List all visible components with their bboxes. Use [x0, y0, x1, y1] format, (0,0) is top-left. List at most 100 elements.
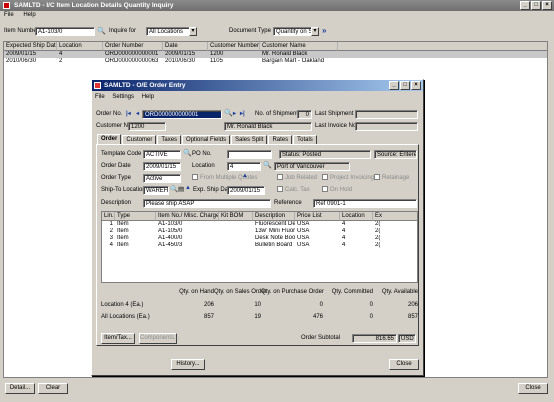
- description-input[interactable]: Please ship ASAP: [143, 199, 271, 208]
- on-hold-label: On Hold: [330, 187, 353, 193]
- order-no-label: Order No.: [96, 111, 123, 117]
- chevron-down-icon[interactable]: ▾: [189, 27, 197, 36]
- chevron-down-icon[interactable]: ▾: [311, 27, 319, 36]
- exp-ship-date-input[interactable]: 2009/01/15: [227, 186, 265, 195]
- clear-button[interactable]: Clear: [38, 383, 68, 394]
- table-row[interactable]: 4 Item A1-450/3 Bulletin Board USA 4 2(: [102, 242, 417, 249]
- address-icon[interactable]: ▤: [178, 185, 184, 193]
- order-type-select[interactable]: Active: [143, 174, 181, 183]
- po-no-input[interactable]: [227, 150, 272, 159]
- col-order-number[interactable]: Order Number: [103, 42, 163, 51]
- ship-to-label: Ship-To Location: [101, 187, 146, 193]
- tab-customer[interactable]: Customer: [122, 135, 157, 144]
- close-window-icon[interactable]: ×: [411, 81, 421, 90]
- last-invoice-value: [355, 122, 418, 131]
- table-row[interactable]: 3 Item A1-400/0 Desk Note Book USA 4 2(: [102, 235, 417, 242]
- job-related-checkbox[interactable]: Job Related: [277, 174, 317, 183]
- cell: 4: [342, 242, 346, 248]
- history-button[interactable]: History...: [171, 359, 205, 370]
- finder-icon[interactable]: 🔍: [224, 109, 233, 117]
- retainage-checkbox[interactable]: Retainage: [374, 174, 409, 183]
- first-record-icon[interactable]: |◂: [126, 110, 131, 117]
- reference-input[interactable]: Ref 0901-1: [313, 199, 417, 208]
- previous-record-icon[interactable]: ◂: [136, 110, 139, 117]
- cell: 3: [109, 235, 113, 241]
- col-date[interactable]: Date: [163, 42, 208, 51]
- cell: 2010/06/30: [165, 58, 196, 64]
- cell: USA: [297, 221, 310, 227]
- detail-button[interactable]: Detail...: [5, 383, 35, 394]
- zoom-icon[interactable]: ▲: [185, 185, 191, 191]
- dialog-close-button[interactable]: Close: [389, 359, 419, 370]
- col-location[interactable]: Location: [57, 42, 103, 51]
- order-entry-dialog: SAMLTD - O/E Order Entry _ □ × File Sett…: [91, 79, 424, 376]
- minimize-icon[interactable]: _: [389, 81, 399, 90]
- location-input[interactable]: 4: [227, 162, 261, 171]
- finder-icon[interactable]: 🔍: [183, 149, 192, 157]
- zoom-icon[interactable]: ▲: [242, 173, 248, 179]
- col-ex[interactable]: Ex: [373, 212, 417, 221]
- menu-help[interactable]: Help: [23, 12, 35, 18]
- col-description[interactable]: Description: [253, 212, 295, 221]
- location-name: Port of Vancouver: [274, 162, 350, 171]
- tab-order[interactable]: Order: [97, 134, 122, 144]
- finder-icon[interactable]: 🔍: [97, 27, 106, 35]
- table-row[interactable]: 2 Item A1-105/0 13w' Mini Fluore... USA …: [102, 228, 417, 235]
- main-close-button[interactable]: Close: [518, 383, 548, 394]
- order-date-input[interactable]: 2009/01/15: [143, 162, 181, 171]
- maximize-icon[interactable]: □: [531, 1, 541, 10]
- col-location[interactable]: Location: [340, 212, 373, 221]
- close-window-icon[interactable]: ×: [542, 1, 552, 10]
- tab-taxes[interactable]: Taxes: [157, 135, 182, 144]
- qty-header-on-purchase-order: Qty. on Purchase Order: [261, 289, 324, 295]
- col-customer-number[interactable]: Customer Number: [208, 42, 260, 51]
- order-no-input[interactable]: ORD000000000001: [142, 110, 222, 119]
- dialog-title-bar: SAMLTD - O/E Order Entry _ □ ×: [92, 80, 423, 91]
- col-kit-bom[interactable]: Kit BOM: [219, 212, 253, 221]
- table-row[interactable]: 1 Item A1-103/0 Fluorescent Des... USA 4…: [102, 221, 417, 228]
- components-button[interactable]: Components...: [139, 333, 179, 344]
- tab-totals[interactable]: Totals: [293, 135, 317, 144]
- tab-rates[interactable]: Rates: [268, 135, 293, 144]
- col-item-no[interactable]: Item No./ Misc. Charge: [156, 212, 219, 221]
- menu-file[interactable]: File: [95, 94, 105, 100]
- item-tax-button[interactable]: Item/Tax...: [101, 333, 135, 344]
- table-row[interactable]: 2009/01/15 4 ORD000000000001 2009/01/15 …: [4, 51, 547, 58]
- qty-value: 19: [254, 314, 261, 320]
- col-expected-ship-date[interactable]: Expected Ship Date: [4, 42, 57, 51]
- cell: 2(: [375, 242, 381, 248]
- project-invoicing-checkbox[interactable]: Project Invoicing: [322, 174, 374, 183]
- cell: 1105: [210, 58, 223, 64]
- minimize-icon[interactable]: _: [520, 1, 530, 10]
- template-code-input[interactable]: ACTIVE: [143, 150, 181, 159]
- col-line[interactable]: Lin...: [102, 212, 115, 221]
- qty-value: 0: [319, 302, 323, 308]
- calc-tax-checkbox[interactable]: Calc. Tax: [277, 186, 310, 195]
- cell: 2(: [375, 235, 381, 241]
- maximize-icon[interactable]: □: [400, 81, 410, 90]
- finder-icon[interactable]: 🔍: [263, 161, 272, 169]
- on-hold-checkbox[interactable]: On Hold: [322, 186, 352, 195]
- grid-header: Lin... Type Item No./ Misc. Charge Kit B…: [102, 212, 417, 221]
- menu-help[interactable]: Help: [142, 94, 154, 100]
- last-record-icon[interactable]: ▸|: [240, 110, 245, 117]
- col-type[interactable]: Type: [115, 212, 156, 221]
- cell: 4: [109, 242, 113, 248]
- finder-icon[interactable]: 🔍: [170, 185, 178, 193]
- tab-optional-fields[interactable]: Optional Fields: [182, 135, 231, 144]
- order-detail-grid[interactable]: Lin... Type Item No./ Misc. Charge Kit B…: [101, 211, 418, 283]
- currency-value: USD: [398, 334, 416, 343]
- item-number-input[interactable]: A1-103/0: [35, 27, 95, 36]
- cell: 4: [342, 228, 346, 234]
- ship-to-input[interactable]: WAREH: [143, 186, 169, 195]
- cell: USA: [297, 235, 310, 241]
- col-customer-name[interactable]: Customer Name: [260, 42, 338, 51]
- next-record-icon[interactable]: ▸: [233, 110, 236, 117]
- menu-settings[interactable]: Settings: [112, 94, 134, 100]
- table-row[interactable]: 2010/06/30 2 ORD000000000063 2010/06/30 …: [4, 58, 547, 65]
- tab-sales-split[interactable]: Sales Split: [231, 135, 268, 144]
- go-icon[interactable]: »: [322, 26, 326, 35]
- col-price-list[interactable]: Price List: [295, 212, 340, 221]
- quantity-summary: Qty. on Hand Qty. on Sales Order Qty. on…: [101, 288, 418, 324]
- menu-file[interactable]: File: [4, 12, 14, 18]
